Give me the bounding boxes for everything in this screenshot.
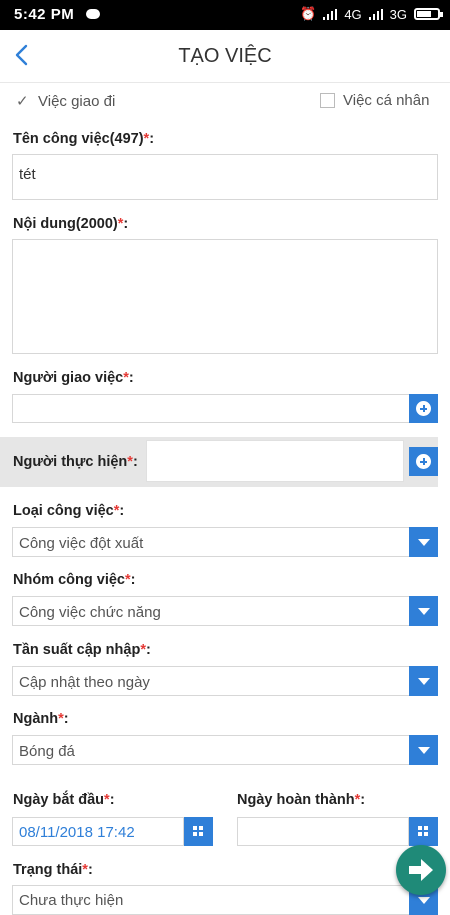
task-group-select[interactable]: Công việc chức năng — [12, 596, 438, 626]
assigner-label-text: Người giao việc — [13, 370, 124, 386]
performer-label: Người thực hiện*: — [13, 454, 138, 470]
start-date-value: 08/11/2018 17:42 — [19, 824, 135, 841]
required-mark: * — [123, 370, 129, 386]
content-textarea[interactable] — [12, 239, 438, 354]
end-date-picker-button[interactable] — [409, 817, 438, 846]
required-mark: * — [125, 572, 131, 588]
task-type-dropdown-button[interactable] — [409, 527, 438, 557]
assigner-label: Người giao việc*: — [13, 370, 134, 386]
required-mark: * — [113, 503, 120, 519]
battery-icon — [414, 8, 443, 20]
sector-dropdown-button[interactable] — [409, 735, 438, 765]
required-mark: * — [117, 216, 124, 232]
task-name-label: Tên công việc(497)*: — [13, 131, 155, 147]
status-label-text: Trạng thái — [13, 862, 83, 878]
add-assigner-button[interactable] — [409, 394, 438, 423]
task-type-label: Loại công việc*: — [13, 503, 125, 519]
page-title: TẠO VIỆC — [178, 45, 272, 67]
sector-select[interactable]: Bóng đá — [12, 735, 438, 765]
network-label-1: 4G — [344, 6, 362, 22]
sector-label-text: Ngành — [13, 711, 59, 727]
frequency-value: Cập nhật theo ngày — [19, 674, 150, 691]
required-mark: * — [143, 131, 150, 147]
status-time: 5:42 PM — [14, 6, 75, 23]
end-date-input[interactable] — [237, 817, 409, 846]
caret-down-icon — [418, 747, 430, 754]
caret-down-icon — [418, 539, 430, 546]
frequency-label-text: Tần suất cập nhập — [13, 642, 141, 658]
checkbox-icon — [320, 93, 335, 108]
frequency-dropdown-button[interactable] — [409, 666, 438, 696]
task-group-value: Công việc chức năng — [19, 604, 161, 621]
assigned-task-option[interactable]: ✓ Việc giao đi — [16, 92, 116, 111]
start-date-label: Ngày bắt đầu*: — [13, 792, 115, 808]
content-label-text: Nội dung(2000) — [13, 216, 118, 232]
performer-input[interactable] — [146, 440, 404, 482]
calendar-icon — [418, 826, 429, 837]
personal-task-label: Việc cá nhân — [343, 92, 430, 109]
start-date-label-text: Ngày bắt đầu — [13, 792, 105, 808]
add-circle-icon — [416, 401, 431, 416]
status-bar: 5:42 PM ⏰ 4G 3G — [0, 0, 450, 30]
required-mark: * — [140, 642, 146, 658]
task-type-select[interactable]: Công việc đột xuất — [12, 527, 438, 557]
app-header: TẠO VIỆC — [0, 30, 450, 83]
add-circle-icon — [416, 454, 431, 469]
caret-down-icon — [418, 608, 430, 615]
caret-down-icon — [418, 678, 430, 685]
required-mark: * — [58, 711, 64, 727]
status-icons: ⏰ 4G 3G — [300, 6, 443, 22]
required-mark: * — [82, 862, 88, 878]
personal-task-option[interactable]: Việc cá nhân — [320, 92, 429, 109]
content-label: Nội dung(2000)*: — [13, 216, 129, 232]
alarm-icon: ⏰ — [300, 6, 317, 21]
task-group-label: Nhóm công việc*: — [13, 572, 136, 588]
task-type-value: Công việc đột xuất — [19, 535, 144, 552]
assigned-task-label: Việc giao đi — [38, 92, 116, 110]
message-icon — [86, 9, 100, 19]
start-date-picker-button[interactable] — [184, 817, 213, 846]
task-group-dropdown-button[interactable] — [409, 596, 438, 626]
status-value: Chưa thực hiện — [19, 892, 124, 909]
calendar-icon — [193, 826, 204, 837]
required-mark: * — [127, 454, 133, 470]
required-mark: * — [104, 792, 110, 808]
signal-icon — [323, 8, 338, 20]
performer-label-text: Người thực hiện — [13, 454, 128, 470]
sector-value: Bóng đá — [19, 743, 75, 760]
task-name-label-text: Tên công việc(497) — [13, 131, 144, 147]
caret-down-icon — [418, 897, 430, 904]
start-date-input[interactable]: 08/11/2018 17:42 — [12, 817, 184, 846]
task-type-label-text: Loại công việc — [13, 503, 114, 519]
add-performer-button[interactable] — [409, 447, 438, 476]
sector-label: Ngành*: — [13, 711, 69, 727]
end-date-label: Ngày hoàn thành*: — [237, 792, 366, 808]
task-group-label-text: Nhóm công việc — [13, 572, 125, 588]
task-name-value: tét — [19, 166, 36, 183]
task-name-input[interactable]: tét — [12, 154, 438, 200]
checkmark-icon: ✓ — [16, 93, 29, 110]
next-button[interactable] — [396, 845, 446, 895]
arrow-right-icon — [409, 859, 433, 881]
status-select[interactable]: Chưa thực hiện — [12, 885, 438, 915]
end-date-label-text: Ngày hoàn thành — [237, 792, 355, 808]
network-label-2: 3G — [389, 6, 407, 22]
status-label: Trạng thái*: — [13, 862, 93, 878]
signal-icon — [368, 8, 383, 20]
frequency-select[interactable]: Cập nhật theo ngày — [12, 666, 438, 696]
assigner-input[interactable] — [12, 394, 410, 423]
required-mark: * — [354, 792, 361, 808]
frequency-label: Tần suất cập nhập*: — [13, 642, 151, 658]
